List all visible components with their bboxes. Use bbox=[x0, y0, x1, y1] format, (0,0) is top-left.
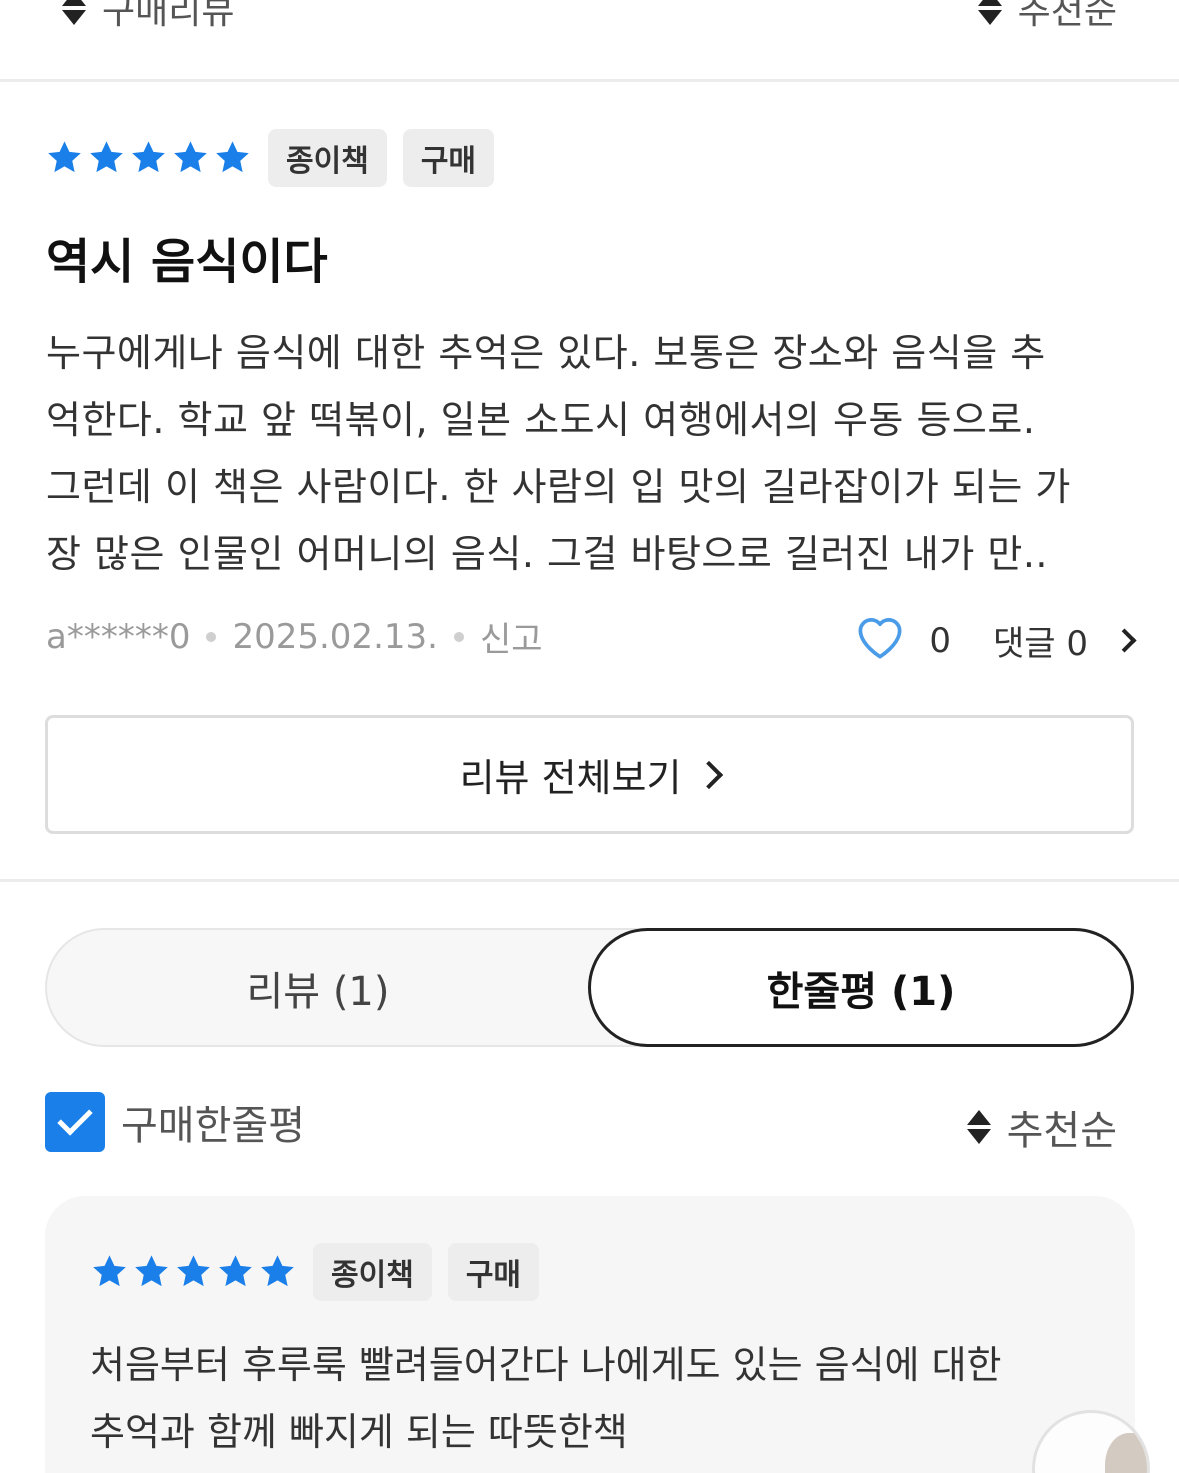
divider bbox=[0, 79, 1179, 82]
review-actions: 0 댓글 0 bbox=[853, 612, 1137, 669]
report-link[interactable]: 신고 bbox=[480, 612, 543, 661]
one-liner-line: 추억과 함께 빠지게 되는 따뜻한책 bbox=[90, 1410, 628, 1454]
format-chip: 종이책 bbox=[313, 1243, 432, 1301]
review-title[interactable]: 역시 음식이다 bbox=[46, 222, 328, 292]
comments-link[interactable]: 댓글 0 bbox=[993, 616, 1088, 665]
top-sort-label: 추천순 bbox=[1017, 0, 1117, 32]
review-body-line: 그런데 이 책은 사람이다. 한 사람의 입 맛의 길라잡이가 되는 가 bbox=[46, 465, 1071, 509]
like-count: 0 bbox=[929, 620, 951, 661]
star-rating bbox=[45, 139, 252, 177]
chevron-right-icon[interactable] bbox=[1112, 628, 1137, 653]
review-rating-row: 종이책 구매 bbox=[45, 129, 510, 187]
review-author: a******0 bbox=[46, 616, 191, 657]
one-liner-rating-row: 종이책 구매 bbox=[90, 1243, 555, 1301]
star-icon bbox=[132, 1253, 171, 1291]
star-icon bbox=[129, 139, 168, 177]
sort-icon bbox=[62, 0, 86, 25]
review-body[interactable]: 누구에게나 음식에 대한 추억은 있다. 보통은 장소와 음식을 추 억한다. … bbox=[46, 320, 1138, 588]
star-icon bbox=[171, 139, 210, 177]
review-body-line: 장 많은 인물인 어머니의 음식. 그걸 바탕으로 길러진 내가 만.. bbox=[46, 532, 1048, 576]
purchase-review-label: 구매리뷰 bbox=[102, 0, 235, 32]
purchase-review-filter[interactable]: 구매리뷰 bbox=[62, 0, 234, 34]
checkmark-icon bbox=[57, 1100, 93, 1136]
view-all-reviews-button[interactable]: 리뷰 전체보기 bbox=[45, 715, 1134, 834]
star-icon bbox=[174, 1253, 213, 1291]
sort-icon bbox=[977, 0, 1002, 25]
star-icon bbox=[213, 139, 252, 177]
format-chip: 종이책 bbox=[268, 129, 387, 187]
star-icon bbox=[258, 1253, 297, 1291]
purchase-chip: 구매 bbox=[402, 129, 495, 187]
tab-reviews[interactable]: 리뷰 (1) bbox=[45, 928, 591, 1047]
sort-label: 추천순 bbox=[1006, 1108, 1117, 1154]
star-rating bbox=[90, 1253, 297, 1291]
one-liner-line: 처음부터 후루룩 빨려들어간다 나에게도 있는 음식에 대한 bbox=[90, 1343, 1002, 1387]
purchase-one-liner-label: 구매한줄평 bbox=[121, 1103, 305, 1149]
chevron-right-icon bbox=[695, 760, 724, 789]
review-body-line: 억한다. 학교 앞 떡볶이, 일본 소도시 여행에서의 우동 등으로. bbox=[46, 398, 1036, 442]
sort-icon bbox=[966, 1110, 991, 1144]
avatar-image bbox=[1105, 1433, 1147, 1473]
review-date: 2025.02.13. bbox=[232, 616, 438, 657]
star-icon bbox=[87, 139, 126, 177]
star-icon bbox=[90, 1253, 129, 1291]
tab-one-liners[interactable]: 한줄평 (1) bbox=[588, 928, 1134, 1047]
review-meta: a******0 2025.02.13. 신고 bbox=[46, 612, 543, 661]
top-sort-button[interactable]: 추천순 bbox=[977, 0, 1117, 34]
star-icon bbox=[216, 1253, 255, 1291]
one-liner-body: 처음부터 후루룩 빨려들어간다 나에게도 있는 음식에 대한 추억과 함께 빠지… bbox=[90, 1332, 1100, 1466]
heart-icon[interactable] bbox=[853, 612, 907, 669]
purchase-one-liner-checkbox[interactable] bbox=[45, 1092, 105, 1152]
separator-dot bbox=[206, 631, 217, 642]
star-icon bbox=[45, 139, 84, 177]
divider bbox=[0, 879, 1179, 882]
separator-dot bbox=[453, 631, 464, 642]
purchase-chip: 구매 bbox=[447, 1243, 540, 1301]
purchase-one-liner-filter[interactable]: 구매한줄평 bbox=[45, 1092, 305, 1152]
view-all-reviews-label: 리뷰 전체보기 bbox=[459, 756, 682, 800]
review-tabs: 리뷰 (1) 한줄평 (1) bbox=[45, 928, 1134, 1047]
review-body-line: 누구에게나 음식에 대한 추억은 있다. 보통은 장소와 음식을 추 bbox=[46, 331, 1046, 375]
sort-button[interactable]: 추천순 bbox=[966, 1098, 1117, 1156]
